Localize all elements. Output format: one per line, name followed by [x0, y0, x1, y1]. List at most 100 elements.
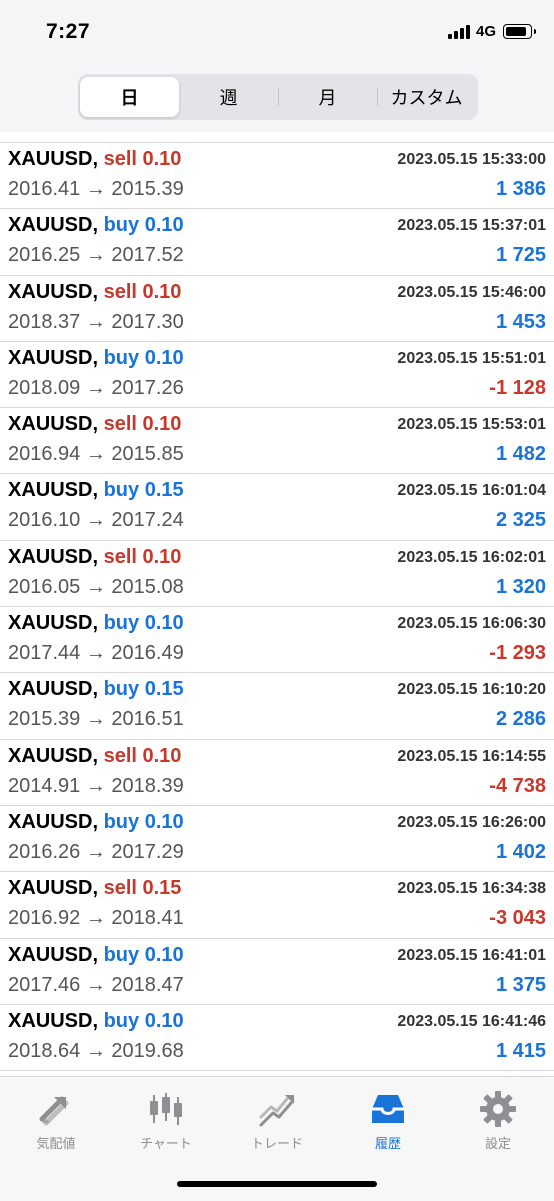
arrow-icon: → — [85, 376, 106, 399]
trade-row[interactable]: XAUUSD, buy 0.15 2023.05.15 16:10:20 2015.… — [0, 673, 554, 740]
open-price: 2016.94 — [8, 443, 81, 466]
partial-list-item — [0, 132, 554, 143]
trade-time: 2023.05.15 16:34:38 — [397, 880, 546, 898]
trade-profit: 1 386 — [495, 178, 546, 200]
trade-prices: 2014.91 → 2018.39 — [8, 775, 184, 798]
trade-profit: 1 482 — [495, 443, 546, 466]
quotes-icon — [39, 1096, 69, 1126]
tab-history[interactable]: 履歴 — [338, 1089, 438, 1152]
trade-symbol: XAUUSD, buy 0.10 — [8, 1010, 184, 1033]
trade-prices: 2015.39 → 2016.51 — [8, 708, 184, 731]
trade-row[interactable]: XAUUSD, buy 0.10 2023.05.15 15:51:01 2018.… — [0, 342, 554, 409]
trade-prices: 2016.94 → 2015.85 — [8, 443, 184, 466]
trade-time: 2023.05.15 16:41:01 — [397, 946, 546, 964]
trade-row[interactable]: XAUUSD, sell 0.10 2023.05.15 15:33:00 2016… — [0, 143, 554, 210]
close-price: 2015.39 — [111, 178, 184, 200]
close-price: 2017.26 — [111, 376, 184, 399]
close-price: 2018.39 — [111, 774, 184, 797]
period-segmented-control: 日 週 月 カスタム — [78, 74, 478, 120]
trade-symbol: XAUUSD, buy 0.10 — [8, 214, 184, 237]
trade-time: 2023.05.15 16:06:30 — [397, 615, 546, 633]
trade-side-lot: sell 0.10 — [103, 545, 182, 568]
close-price: 2016.51 — [111, 708, 184, 731]
trade-row[interactable]: XAUUSD, buy 0.10 2023.05.15 16:41:46 2018.… — [0, 1005, 554, 1072]
symbol-name: XAUUSD, — [8, 148, 99, 170]
trade-profit: 1 375 — [495, 973, 546, 996]
arrow-icon: → — [85, 178, 106, 200]
segment-custom[interactable]: カスタム — [377, 77, 476, 117]
close-price: 2015.85 — [111, 443, 184, 466]
trade-row[interactable]: XAUUSD, buy 0.10 2023.05.15 16:06:30 2017.… — [0, 607, 554, 674]
trade-side-lot: sell 0.10 — [103, 744, 182, 767]
trade-row[interactable]: XAUUSD, sell 0.10 2023.05.15 16:02:01 2016… — [0, 541, 554, 608]
tab-quotes[interactable]: 気配値 — [6, 1089, 106, 1152]
trade-symbol: XAUUSD, sell 0.10 — [8, 413, 181, 436]
symbol-name: XAUUSD, — [8, 1009, 99, 1032]
trade-row[interactable]: XAUUSD, sell 0.10 2023.05.15 15:46:00 2018… — [0, 276, 554, 342]
trade-row[interactable]: XAUUSD, buy 0.10 2023.05.15 15:37:01 2016.… — [0, 209, 554, 276]
trade-symbol: XAUUSD, sell 0.15 — [8, 877, 181, 900]
symbol-name: XAUUSD, — [8, 612, 99, 635]
trade-side-lot: buy 0.10 — [103, 810, 184, 833]
close-price: 2017.52 — [111, 244, 184, 267]
trade-prices: 2016.25 → 2017.52 — [8, 244, 184, 267]
trade-time: 2023.05.15 15:53:01 — [397, 416, 546, 434]
arrow-icon: → — [85, 244, 106, 267]
symbol-name: XAUUSD, — [8, 479, 99, 502]
arrow-icon: → — [85, 443, 106, 466]
trade-symbol: XAUUSD, buy 0.10 — [8, 944, 184, 967]
segment-month[interactable]: 月 — [278, 77, 377, 117]
trade-symbol: XAUUSD, sell 0.10 — [8, 745, 181, 768]
tab-label: 設定 — [484, 1137, 511, 1152]
trade-row[interactable]: XAUUSD, sell 0.10 2023.05.15 15:53:01 2016… — [0, 408, 554, 475]
trade-symbol: XAUUSD, buy 0.15 — [8, 678, 184, 701]
symbol-name: XAUUSD, — [8, 678, 99, 701]
tab-settings[interactable]: 設定 — [448, 1089, 548, 1152]
symbol-name: XAUUSD, — [8, 214, 99, 237]
trade-time: 2023.05.15 15:46:00 — [397, 283, 546, 301]
open-price: 2018.37 — [8, 310, 81, 333]
home-indicator — [177, 1181, 377, 1187]
segment-day[interactable]: 日 — [80, 77, 179, 117]
trade-row[interactable]: XAUUSD, sell 0.15 2023.05.15 16:34:38 2016… — [0, 872, 554, 939]
trade-side-lot: sell 0.10 — [103, 413, 182, 436]
tab-label: トレード — [250, 1137, 303, 1152]
period-selector-bar: 日 週 月 カスタム — [0, 70, 554, 132]
trade-symbol: XAUUSD, buy 0.10 — [8, 347, 184, 370]
segment-week[interactable]: 週 — [179, 77, 278, 117]
tab-label: 履歴 — [374, 1137, 401, 1152]
trade-row[interactable]: XAUUSD, sell 0.10 2023.05.15 16:14:55 2014… — [0, 740, 554, 806]
symbol-name: XAUUSD, — [8, 545, 99, 568]
trade-row[interactable]: XAUUSD, buy 0.10 2023.05.15 16:41:01 2017.… — [0, 939, 554, 1005]
trade-prices: 2016.41 → 2015.39 — [8, 178, 184, 201]
tab-label: 気配値 — [36, 1137, 76, 1152]
arrow-icon: → — [85, 907, 106, 930]
trade-profit: 1 725 — [495, 244, 546, 267]
arrow-icon: → — [85, 509, 106, 532]
trade-time: 2023.05.15 15:51:01 — [397, 349, 546, 367]
trade-prices: 2018.64 → 2019.68 — [8, 1040, 184, 1063]
trade-row[interactable]: XAUUSD, buy 0.15 2023.05.15 16:01:04 2016.… — [0, 474, 554, 541]
open-price: 2017.44 — [8, 642, 81, 665]
tab-trade[interactable]: トレード — [227, 1089, 327, 1152]
signal-icon — [447, 24, 470, 39]
trade-row[interactable]: XAUUSD, buy 0.10 2023.05.15 16:26:00 2016.… — [0, 806, 554, 873]
trade-time: 2023.05.15 16:01:04 — [397, 482, 546, 500]
battery-icon — [503, 24, 536, 39]
close-price: 2019.68 — [111, 1039, 184, 1062]
network-type: 4G — [475, 23, 496, 40]
trade-side-lot: sell 0.15 — [103, 877, 182, 900]
arrow-icon: → — [85, 310, 106, 333]
open-price: 2016.05 — [8, 575, 81, 598]
trade-time: 2023.05.15 16:02:01 — [397, 548, 546, 566]
symbol-name: XAUUSD, — [8, 280, 99, 303]
trade-symbol: XAUUSD, sell 0.10 — [8, 148, 181, 171]
trade-profit: 1 320 — [495, 575, 546, 598]
close-price: 2017.30 — [111, 310, 184, 333]
tab-chart[interactable]: チャート — [116, 1089, 216, 1152]
trade-history-list[interactable]: XAUUSD, sell 0.10 2023.05.15 15:33:00 2016… — [0, 132, 554, 1076]
trade-profit: 2 286 — [495, 708, 546, 731]
symbol-name: XAUUSD, — [8, 810, 99, 833]
trade-rows: XAUUSD, sell 0.10 2023.05.15 15:33:00 2016… — [0, 143, 554, 1072]
trade-profit: -1 293 — [489, 642, 546, 665]
